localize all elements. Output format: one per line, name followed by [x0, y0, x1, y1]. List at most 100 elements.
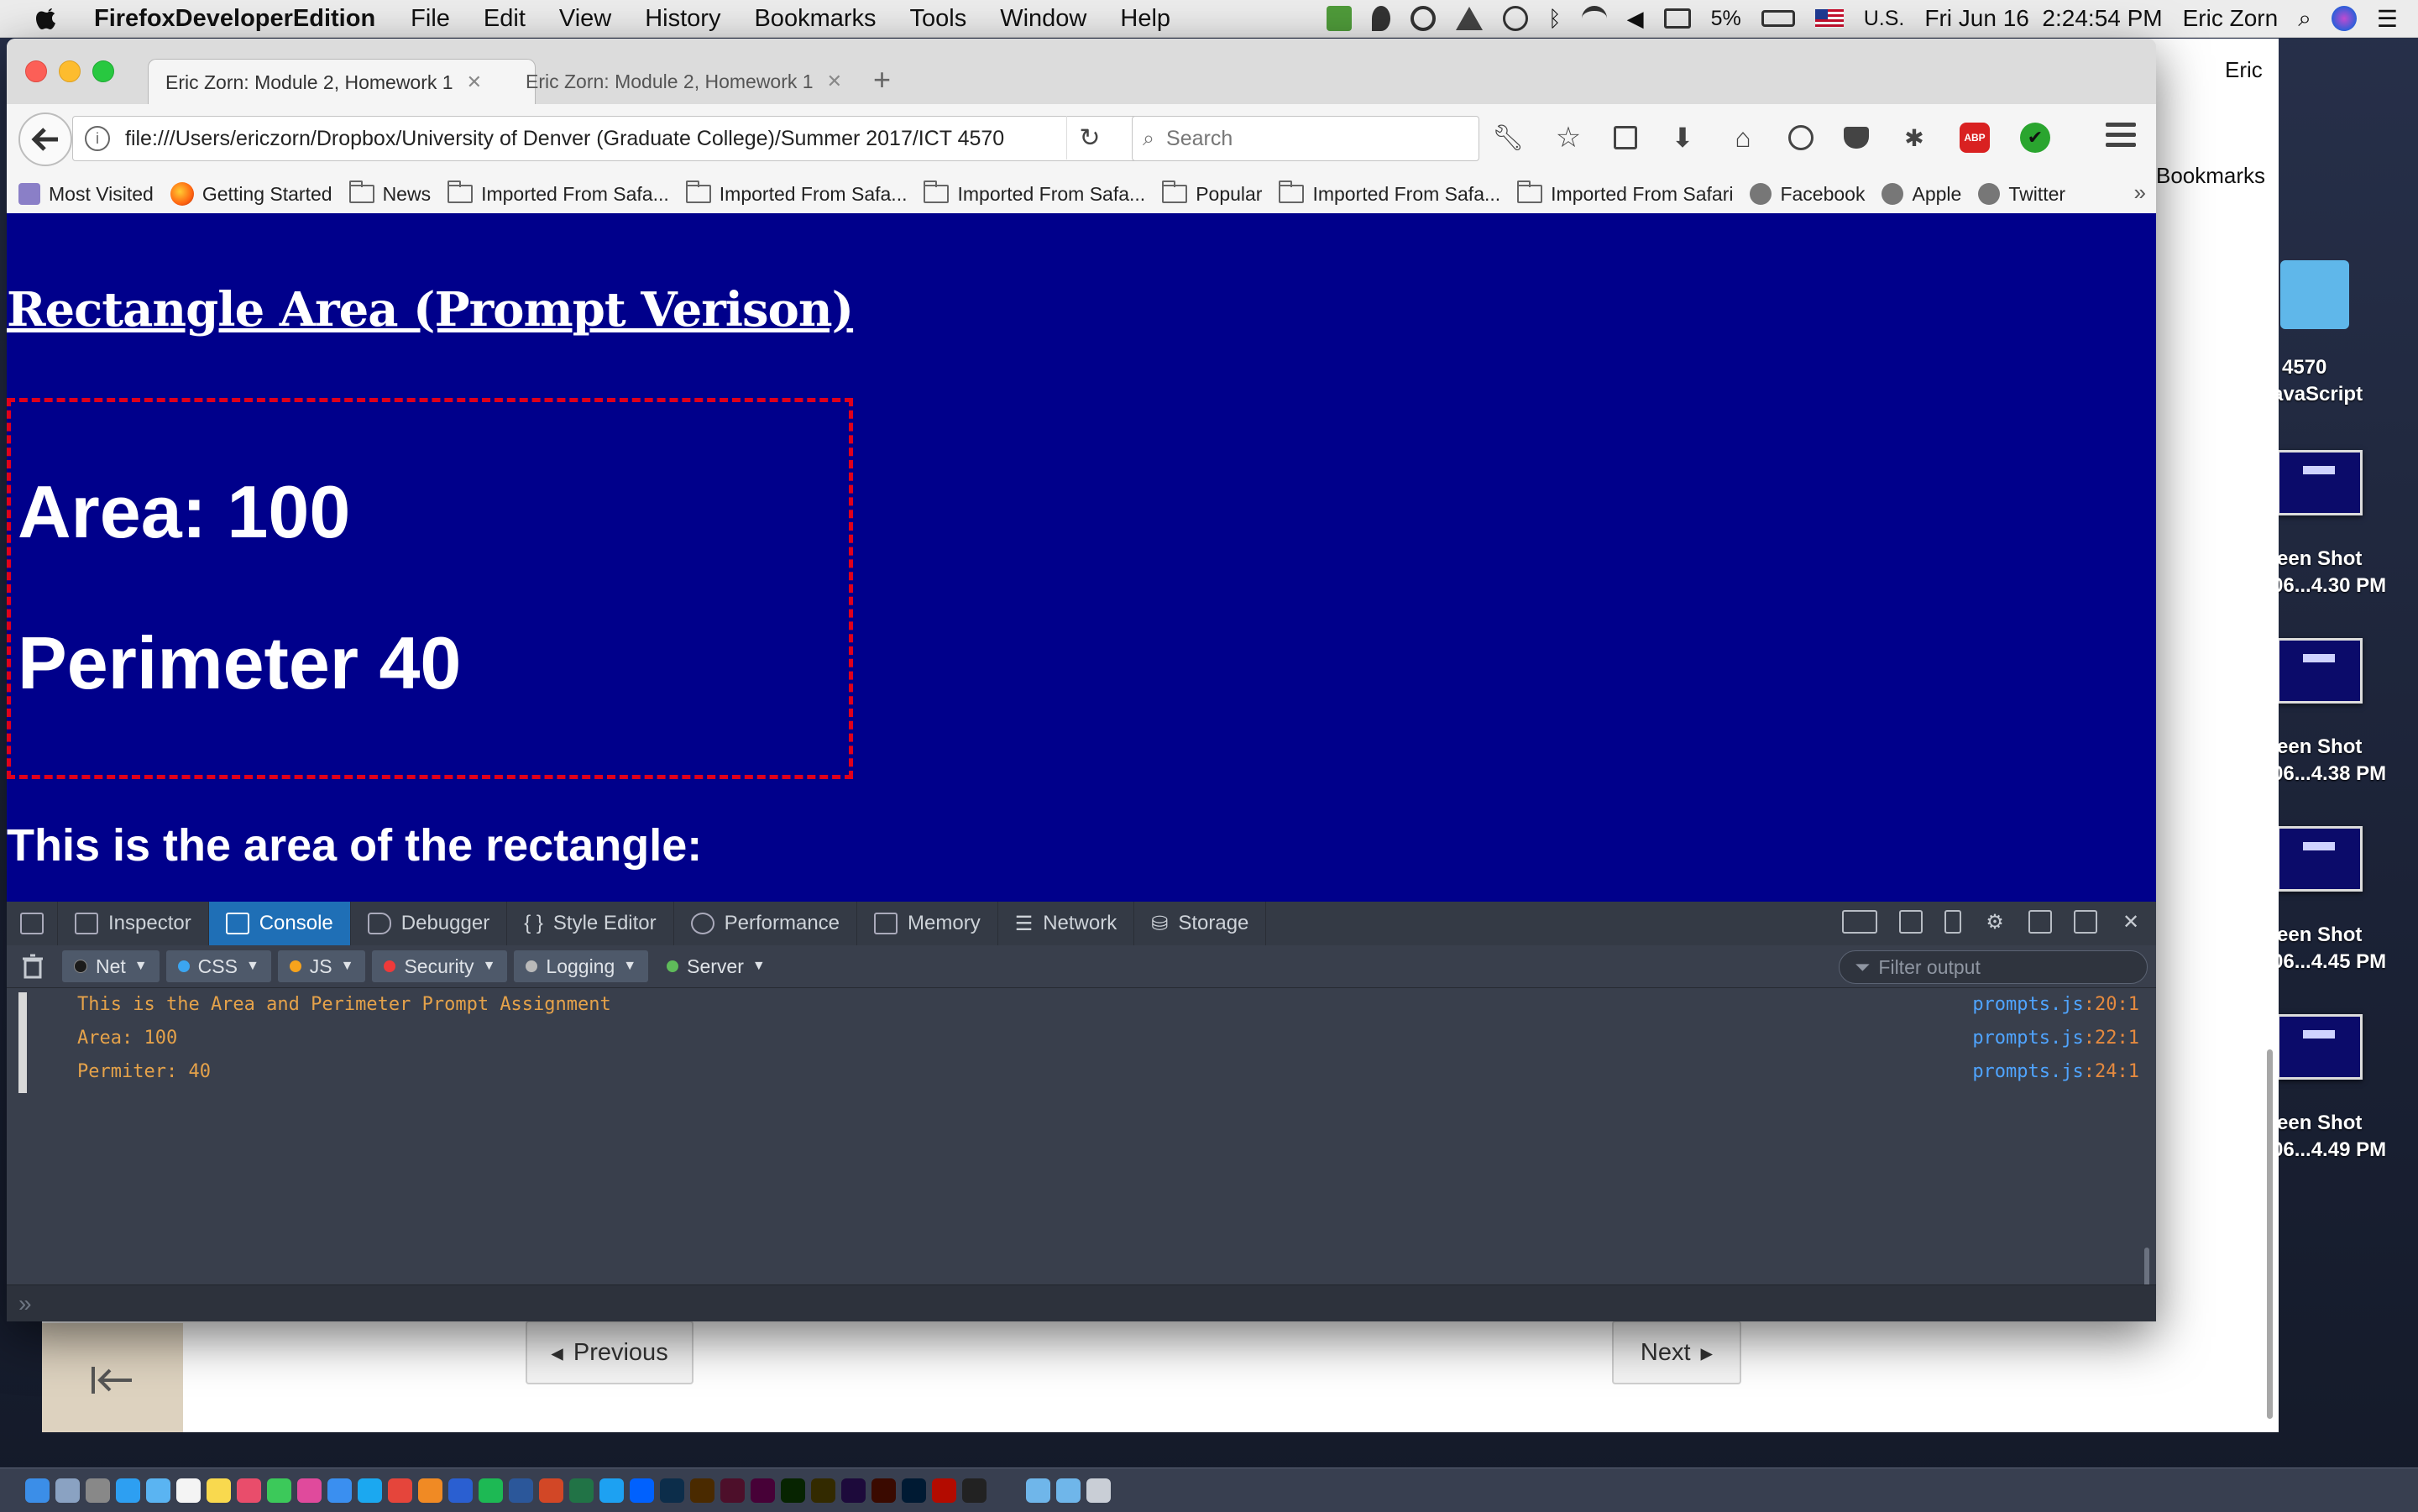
itunes-icon[interactable]	[297, 1478, 322, 1503]
chrome-icon[interactable]	[388, 1478, 412, 1503]
screenshot-thumbnail-1[interactable]	[2277, 450, 2363, 515]
illustrator-icon[interactable]	[690, 1478, 714, 1503]
console-input[interactable]: »	[7, 1284, 2156, 1321]
background-nav-box[interactable]	[42, 1323, 183, 1432]
user-name[interactable]: Eric Zorn	[2183, 5, 2279, 32]
bookmark-popular[interactable]: Popular	[1162, 180, 1262, 206]
bookmark-imported-safari[interactable]: Imported From Safari	[1517, 180, 1733, 206]
undock-icon[interactable]	[2074, 910, 2097, 934]
battery-icon[interactable]	[1761, 10, 1795, 27]
url-bar[interactable]: i file:///Users/ericzorn/Dropbox/Univers…	[72, 116, 1165, 161]
menu-tools[interactable]: Tools	[910, 5, 967, 33]
menu-icon[interactable]	[2106, 123, 2136, 153]
filter-net[interactable]: Net ▼	[62, 950, 160, 982]
menu-window[interactable]: Window	[1000, 5, 1086, 33]
google-drive-icon[interactable]	[1455, 7, 1483, 30]
evernote-icon[interactable]	[1326, 6, 1352, 31]
tab-1[interactable]: Eric Zorn: Module 2, Homework 1 ✕	[148, 59, 536, 105]
firefox-icon[interactable]	[418, 1478, 442, 1503]
excel-icon[interactable]	[569, 1478, 594, 1503]
menu-file[interactable]: File	[411, 5, 450, 33]
menu-help[interactable]: Help	[1120, 5, 1170, 33]
siri-icon[interactable]	[2331, 6, 2357, 31]
bookmark-most-visited[interactable]: Most Visited	[18, 183, 154, 206]
airplay-icon[interactable]	[1663, 8, 1691, 29]
terminal-icon[interactable]	[962, 1478, 987, 1503]
bookmark-getting-started[interactable]: Getting Started	[170, 182, 332, 206]
console-message-source[interactable]: prompts.js:24:1	[1972, 1061, 2139, 1082]
source-file[interactable]: prompts.js	[1972, 1028, 2083, 1049]
acrobat-icon[interactable]	[932, 1478, 956, 1503]
adblock-icon[interactable]: ABP	[1960, 123, 1990, 153]
notification-center-icon[interactable]: ☰	[2377, 5, 2398, 33]
trash-icon[interactable]	[22, 954, 44, 979]
close-tab-icon[interactable]: ✕	[467, 71, 482, 93]
url-text[interactable]: file:///Users/ericzorn/Dropbox/Universit…	[125, 127, 1165, 151]
documents-folder-icon[interactable]	[1056, 1478, 1081, 1503]
layout-menu-icon[interactable]	[1842, 910, 1877, 934]
screenshot-thumbnail-4[interactable]	[2277, 1014, 2363, 1080]
bookmark-news[interactable]: News	[348, 180, 431, 206]
new-tab-icon[interactable]: +	[873, 62, 891, 97]
spotify-icon[interactable]	[479, 1478, 503, 1503]
launchpad-icon[interactable]	[55, 1478, 80, 1503]
bookmark-star-icon[interactable]: ☆	[1553, 122, 1583, 154]
element-picker-icon[interactable]	[7, 902, 58, 945]
collapse-left-icon[interactable]	[88, 1363, 139, 1397]
powerpoint-icon[interactable]	[539, 1478, 563, 1503]
dreamweaver-icon[interactable]	[781, 1478, 805, 1503]
tab-style-editor[interactable]: { } Style Editor	[507, 902, 674, 945]
source-file[interactable]: prompts.js	[1972, 994, 2083, 1015]
mail-icon[interactable]	[146, 1478, 170, 1503]
filter-css[interactable]: CSS ▼	[165, 950, 271, 982]
filter-output-input[interactable]: ⏷ Filter output	[1839, 950, 2148, 984]
time-machine-icon[interactable]	[1502, 6, 1528, 31]
tab-console[interactable]: Console	[208, 902, 351, 945]
us-flag-icon[interactable]	[1814, 9, 1844, 28]
tab-storage[interactable]: ⛁ Storage	[1134, 902, 1267, 945]
wifi-icon[interactable]	[1581, 6, 1607, 31]
reload-icon[interactable]: ↻	[1066, 116, 1112, 160]
pocket-icon[interactable]	[1844, 127, 1869, 149]
muse-icon[interactable]	[811, 1478, 835, 1503]
close-icon[interactable]: ✕	[2119, 910, 2143, 934]
bookmark-twitter[interactable]: Twitter	[1978, 183, 2065, 206]
bug-icon[interactable]: ✱	[1899, 123, 1929, 153]
finder-icon[interactable]	[25, 1478, 50, 1503]
indesign-icon[interactable]	[720, 1478, 745, 1503]
system-preferences-icon[interactable]	[86, 1478, 110, 1503]
bookmark-imported-1[interactable]: Imported From Safa...	[447, 180, 669, 206]
animate-icon[interactable]	[871, 1478, 896, 1503]
home-icon[interactable]: ⌂	[1728, 123, 1758, 153]
reader-list-icon[interactable]	[1614, 126, 1637, 149]
dock-side-icon[interactable]	[2028, 910, 2052, 934]
notes-icon[interactable]	[207, 1478, 231, 1503]
calendar-icon[interactable]	[176, 1478, 201, 1503]
tab-memory[interactable]: Memory	[857, 902, 998, 945]
console-message-source[interactable]: prompts.js:22:1	[1972, 1028, 2139, 1049]
app-name[interactable]: FirefoxDeveloperEdition	[94, 5, 375, 33]
apple-icon[interactable]	[32, 3, 62, 34]
xd-icon[interactable]	[751, 1478, 775, 1503]
download-icon[interactable]: ⬇	[1667, 123, 1698, 153]
tab-network[interactable]: ☰ Network	[998, 902, 1135, 945]
trash-icon[interactable]	[1086, 1478, 1111, 1503]
dropbox-icon[interactable]	[630, 1478, 654, 1503]
responsive-design-icon[interactable]	[1944, 910, 1961, 934]
bookmark-imported-4[interactable]: Imported From Safa...	[1279, 180, 1500, 206]
background-scrollbar[interactable]	[2267, 1049, 2273, 1419]
filter-js[interactable]: JS ▼	[277, 950, 366, 982]
source-location[interactable]: :20:1	[2084, 994, 2139, 1015]
source-location[interactable]: :22:1	[2084, 1028, 2139, 1049]
split-console-icon[interactable]	[1899, 910, 1923, 934]
lightroom-icon[interactable]	[902, 1478, 926, 1503]
background-bookmarks-label[interactable]: Bookmarks	[2156, 163, 2265, 189]
filter-logging[interactable]: Logging ▼	[514, 950, 649, 982]
previous-button[interactable]: ◂ Previous	[526, 1321, 693, 1384]
source-file[interactable]: prompts.js	[1972, 1061, 2083, 1082]
word-icon[interactable]	[509, 1478, 533, 1503]
menu-view[interactable]: View	[559, 5, 611, 33]
tab-debugger[interactable]: Debugger	[351, 902, 508, 945]
back-button[interactable]	[18, 112, 72, 166]
zoom-window-button[interactable]	[92, 60, 114, 82]
